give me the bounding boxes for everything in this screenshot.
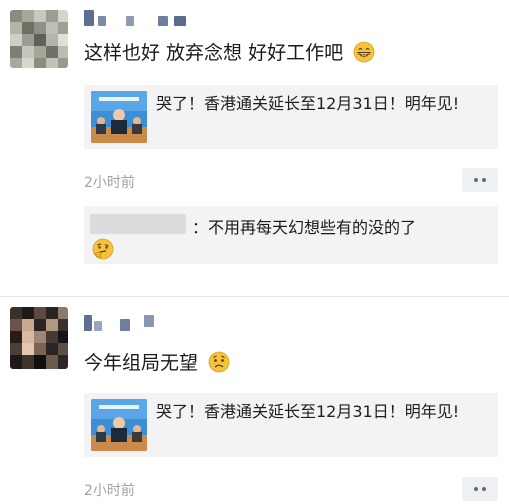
post-divider [0, 296, 509, 297]
dot-icon [474, 487, 478, 491]
shared-link-card[interactable]: 哭了！香港通关延长至12月31日！明年见! [84, 393, 498, 457]
commenter-name-redacted[interactable] [90, 214, 186, 234]
dot-icon [482, 178, 486, 182]
more-actions-button[interactable] [462, 168, 498, 192]
comment-text: ：不用再每天幻想些有的没的了 [192, 218, 417, 237]
avatar[interactable] [10, 10, 68, 68]
link-title: 哭了！香港通关延长至12月31日！明年见! [156, 402, 460, 421]
comment-area: ：不用再每天幻想些有的没的了 [84, 206, 498, 264]
post-time: 2小时前 [84, 483, 135, 499]
thinking-face-icon [92, 238, 114, 260]
grinning-face-icon [353, 41, 375, 63]
post-time: 2小时前 [84, 175, 135, 191]
more-actions-button[interactable] [462, 477, 498, 501]
post-text: 今年组局无望 [84, 351, 230, 375]
shared-link-card[interactable]: 哭了！香港通关延长至12月31日！明年见! [84, 85, 498, 149]
link-thumbnail [91, 399, 147, 451]
post-text-content: 今年组局无望 [84, 352, 199, 374]
post-text: 这样也好 放弃念想 好好工作吧 [84, 41, 375, 65]
post-text-content: 这样也好 放弃念想 好好工作吧 [84, 42, 344, 64]
link-thumbnail [91, 91, 147, 143]
worried-face-icon [208, 351, 230, 373]
dot-icon [474, 178, 478, 182]
dot-icon [482, 487, 486, 491]
avatar[interactable] [10, 307, 68, 369]
link-title: 哭了！香港通关延长至12月31日！明年见! [156, 94, 460, 113]
